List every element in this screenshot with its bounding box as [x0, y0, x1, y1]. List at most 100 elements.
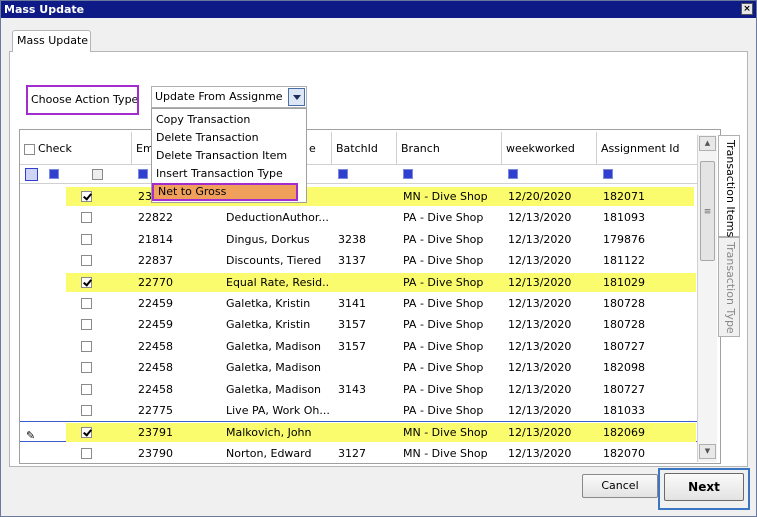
row-checkbox[interactable] — [81, 298, 92, 309]
column-branch[interactable]: Branch — [397, 132, 502, 165]
table-row[interactable]: 23 MN - Dive Shop 12/20/2020 182071 — [20, 186, 698, 207]
filter-batch-icon[interactable] — [338, 169, 348, 179]
cell-emp: 22458 — [138, 339, 173, 353]
filter-week-icon[interactable] — [508, 169, 518, 179]
table-row[interactable]: 22458 Galetka, Madison 3143 PA - Dive Shop 1… — [20, 379, 698, 400]
cell-batch — [338, 186, 393, 207]
column-batch-id[interactable]: BatchId — [332, 132, 397, 165]
cell-assign: 180728 — [603, 318, 645, 332]
row-checkbox[interactable] — [81, 340, 92, 352]
next-button[interactable]: Next — [664, 473, 744, 501]
cell-batch — [338, 207, 393, 228]
table-row[interactable]: 22822 DeductionAuthor... PA - Dive Shop 12/… — [20, 207, 698, 228]
cell-emp: 22837 — [138, 254, 173, 268]
cell-name: Equal Rate, Resid... — [226, 275, 330, 289]
cell-emp: 23791 — [138, 426, 173, 440]
column-check[interactable]: Check — [20, 132, 132, 165]
filter-check-box[interactable] — [92, 169, 103, 180]
cell-assign: 179876 — [603, 232, 645, 246]
table-row[interactable]: 22458 Galetka, Madison PA - Dive Shop 12/13… — [20, 357, 698, 378]
cell-week: 12/13/2020 — [508, 404, 572, 417]
cell-name: Discounts, Tiered — [226, 254, 322, 268]
cell-week: 12/13/2020 — [508, 426, 572, 440]
row-checkbox[interactable] — [81, 427, 92, 439]
cell-emp: 22822 — [138, 211, 173, 225]
row-checkbox[interactable] — [81, 255, 92, 267]
transactions-grid: Check Em e BatchId Branch weekworked Ass… — [19, 129, 721, 464]
tab-transaction-type[interactable]: Transaction Type — [718, 237, 740, 337]
column-employee[interactable]: Em — [132, 132, 152, 165]
table-row[interactable]: 23790 Norton, Edward 3127 MN - Dive Shop 12/… — [20, 443, 698, 463]
menu-item-copy-transaction[interactable]: Copy Transaction — [152, 111, 306, 129]
mass-update-window: Mass Update × Mass Update Choose Action … — [0, 0, 757, 517]
column-batch-label: BatchId — [336, 142, 378, 155]
row-checkbox[interactable] — [81, 383, 92, 395]
filter-assignment-icon[interactable] — [603, 169, 613, 179]
column-week-worked[interactable]: weekworked — [502, 132, 597, 165]
column-week-label: weekworked — [506, 142, 575, 155]
column-employee-label: Em — [136, 142, 152, 155]
tab-transaction-items[interactable]: Transaction Items — [718, 135, 740, 237]
scroll-down-icon[interactable]: ▼ — [699, 444, 716, 459]
action-type-dropdown[interactable]: Update From Assignme — [151, 86, 307, 108]
scroll-up-icon[interactable]: ▲ — [699, 136, 716, 151]
column-assignment-label: Assignment Id — [601, 142, 680, 155]
table-row[interactable]: ✎ 23791 Malkovich, John MN - Dive Shop 12/13… — [20, 421, 698, 443]
window-title: Mass Update — [4, 3, 85, 16]
menu-item-delete-transaction[interactable]: Delete Transaction — [152, 129, 306, 147]
row-checkbox[interactable] — [81, 362, 92, 374]
filter-grid-icon[interactable] — [25, 168, 38, 181]
cell-week: 12/13/2020 — [508, 275, 572, 289]
cell-batch — [338, 357, 393, 378]
cell-assign: 180727 — [603, 382, 645, 396]
row-checkbox[interactable] — [81, 447, 92, 459]
cell-branch: MN - Dive Shop — [403, 446, 488, 460]
scrollbar-thumb[interactable]: ≡ — [700, 161, 715, 261]
table-row[interactable]: 22459 Galetka, Kristin 3157 PA - Dive Shop 1… — [20, 314, 698, 335]
filter-employee-icon[interactable] — [138, 169, 148, 179]
row-checkbox[interactable] — [81, 191, 92, 202]
column-name[interactable]: e — [305, 132, 332, 165]
title-bar: Mass Update × — [1, 1, 756, 18]
table-row[interactable]: 22459 Galetka, Kristin 3141 PA - Dive Shop 1… — [20, 293, 698, 314]
cell-branch: MN - Dive Shop — [403, 190, 488, 203]
grid-header: Check Em e BatchId Branch weekworked Ass… — [20, 130, 698, 166]
tab-mass-update[interactable]: Mass Update — [12, 30, 91, 52]
menu-item-net-to-gross[interactable]: Net to Gross — [152, 183, 298, 201]
menu-item-insert-transaction-type[interactable]: Insert Transaction Type — [152, 165, 306, 183]
menu-item-delete-transaction-item[interactable]: Delete Transaction Item — [152, 147, 306, 165]
cell-week: 12/13/2020 — [508, 232, 572, 246]
cell-batch: 3141 — [338, 297, 366, 310]
filter-branch-icon[interactable] — [403, 169, 413, 179]
cell-name: Dingus, Dorkus — [226, 232, 310, 246]
cell-name: Galetka, Madison — [226, 382, 322, 396]
close-icon[interactable]: × — [741, 3, 753, 15]
cell-week: 12/13/2020 — [508, 254, 572, 268]
table-row[interactable]: 21814 Dingus, Dorkus 3238 PA - Dive Shop 12/… — [20, 229, 698, 250]
cell-name: DeductionAuthor... — [226, 211, 329, 225]
select-all-checkbox[interactable] — [24, 143, 35, 155]
row-checkbox[interactable] — [81, 319, 92, 331]
cell-assign: 181033 — [603, 404, 645, 417]
column-assignment-id[interactable]: Assignment Id — [597, 132, 698, 165]
table-row[interactable]: 22770 Equal Rate, Resid... PA - Dive Shop 1… — [20, 272, 698, 293]
cancel-button[interactable]: Cancel — [582, 474, 658, 498]
cell-week: 12/20/2020 — [508, 190, 572, 203]
row-checkbox[interactable] — [81, 405, 92, 416]
cell-branch: PA - Dive Shop — [403, 254, 484, 268]
grid-scrollbar[interactable]: ▲ ≡ ▼ — [697, 135, 717, 462]
chevron-down-icon[interactable] — [288, 88, 305, 106]
table-row[interactable]: 22775 Live PA, Work Oh... PA - Dive Shop 12… — [20, 400, 698, 421]
row-checkbox[interactable] — [81, 276, 92, 288]
row-checkbox[interactable] — [81, 233, 92, 245]
tab-transaction-items-label: Transaction Items — [724, 140, 737, 238]
filter-toggle-icon[interactable] — [49, 169, 59, 179]
table-row[interactable]: 22837 Discounts, Tiered 3137 PA - Dive Shop… — [20, 250, 698, 271]
choose-action-type-label: Choose Action Type — [26, 85, 139, 115]
cell-emp: 22458 — [138, 382, 173, 396]
table-row[interactable]: 22458 Galetka, Madison 3157 PA - Dive Shop 1… — [20, 336, 698, 357]
cell-name: Galetka, Kristin — [226, 297, 311, 310]
cell-week: 12/13/2020 — [508, 318, 572, 332]
row-checkbox[interactable] — [81, 212, 92, 224]
cell-assign: 182098 — [603, 361, 645, 375]
